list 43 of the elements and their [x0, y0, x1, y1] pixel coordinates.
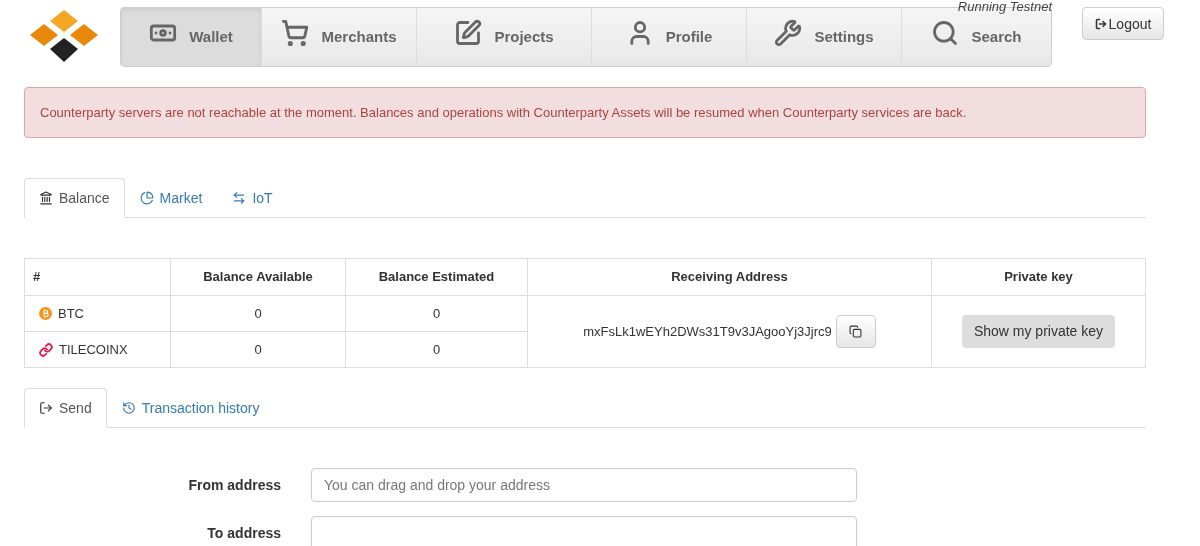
alert-message: Counterparty servers are not reachable at the moment. Balances and operations with Counterparty Assets will be resumed when Counterparty services are back.: [24, 87, 1146, 138]
column-header: #: [24, 258, 171, 296]
nav-tab[interactable]: Wallet: [121, 8, 262, 66]
tab[interactable]: Transaction history: [106, 388, 275, 428]
copy-button[interactable]: [835, 315, 876, 348]
search-icon: [931, 19, 960, 47]
edit-icon: [454, 19, 483, 47]
address-text: mxFsLk1wEYh2DWs31T9v3JAgooYj3Jjrc9: [583, 322, 832, 341]
field-label: To address: [206, 524, 281, 543]
nav-tab[interactable]: Settings: [747, 8, 902, 66]
input-field[interactable]: You can drag and drop your address: [311, 468, 857, 502]
wrench-icon: [774, 19, 803, 47]
column-header: Receiving Address: [527, 258, 932, 296]
column-header: Balance Estimated: [345, 258, 528, 296]
sign-out-icon: [1094, 17, 1107, 30]
tab[interactable]: IoT: [217, 178, 288, 218]
logo-icon: [28, 10, 100, 64]
logout-button[interactable]: Logout: [1082, 7, 1164, 40]
nav-tab[interactable]: Merchants: [262, 8, 417, 66]
table-cell: 0: [345, 295, 528, 332]
asset-name: TILECOINX: [59, 340, 128, 359]
sign-out-icon: [39, 401, 53, 415]
pie-chart-icon: [139, 191, 154, 205]
nav-tab[interactable]: Projects: [417, 8, 592, 66]
show-private-key-button[interactable]: Show my private key: [961, 315, 1116, 348]
table-cell: 0: [170, 331, 346, 368]
bitcoin-icon: [39, 307, 52, 320]
arrows-icon: [232, 191, 247, 205]
bank-icon: [39, 191, 53, 205]
copy-icon: [849, 325, 863, 338]
asset-name: BTC: [58, 304, 84, 323]
tab[interactable]: Balance: [24, 178, 125, 218]
input-field[interactable]: [311, 516, 857, 546]
field-label: From address: [187, 476, 281, 495]
tab[interactable]: Market: [124, 178, 218, 218]
nav-tab[interactable]: Profile: [592, 8, 747, 66]
column-header: Private key: [931, 258, 1146, 296]
link-icon: [39, 342, 53, 357]
cart-icon: [281, 19, 310, 47]
history-icon: [121, 401, 136, 415]
tab[interactable]: Send: [24, 388, 107, 428]
table-cell: 0: [170, 295, 346, 332]
column-header: Balance Available: [170, 258, 346, 296]
